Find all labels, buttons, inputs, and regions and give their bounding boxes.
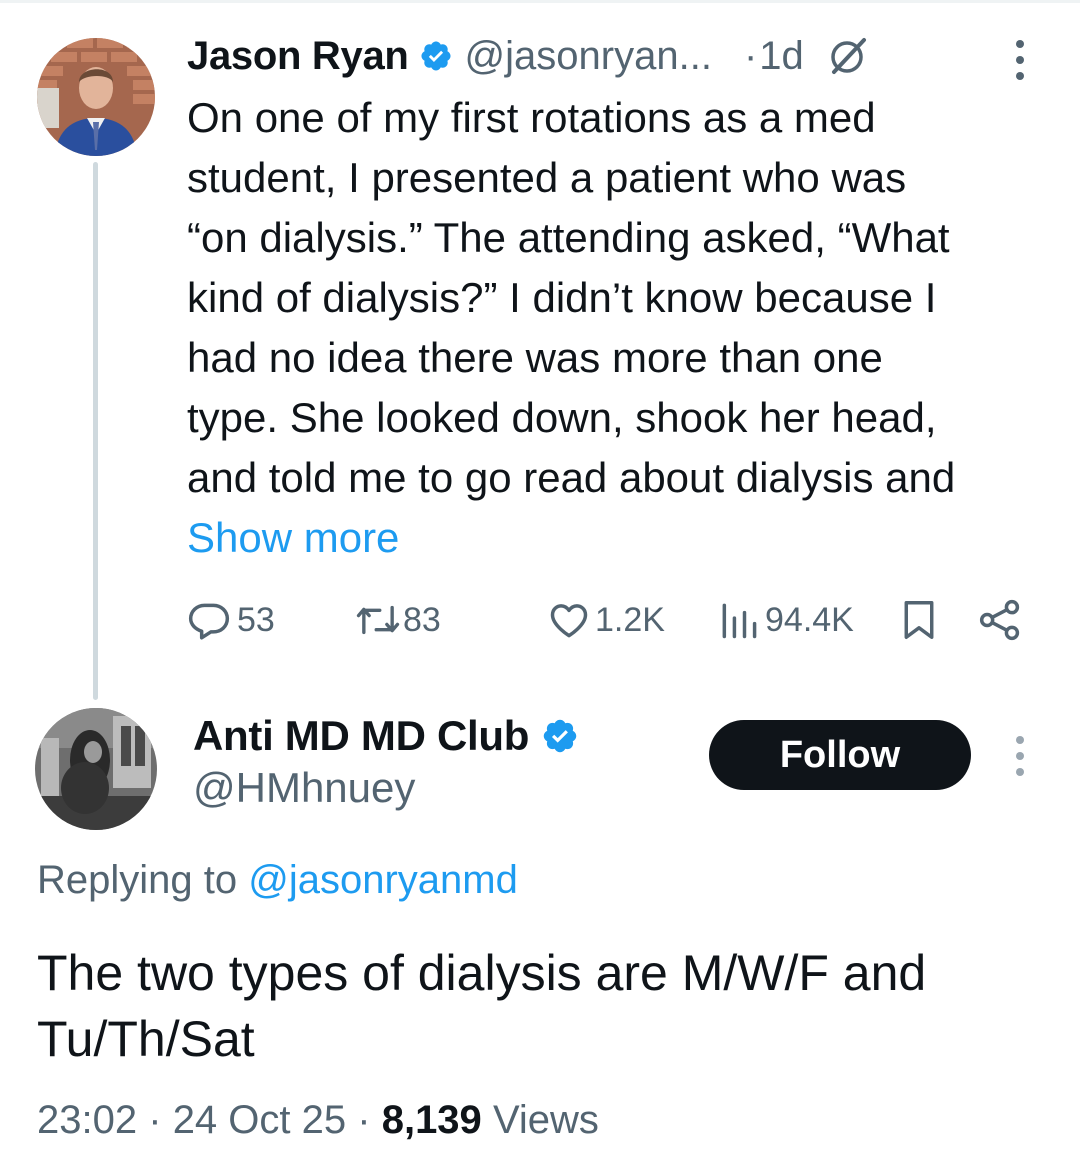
share-button[interactable] [977,590,1023,650]
replying-to: Replying to @jasonryanmd [37,858,518,903]
share-icon [977,598,1023,642]
avatar[interactable] [37,38,155,156]
views-button[interactable]: 94.4K [717,590,854,650]
verified-badge-icon [419,39,453,73]
more-options-icon[interactable] [1008,732,1032,780]
meta-separator: · [357,1098,371,1142]
timestamp[interactable]: 1d [759,34,804,79]
show-more-link[interactable]: Show more [187,508,399,568]
views-count: 94.4K [765,600,854,639]
reply-icon [187,598,231,642]
views-icon [717,598,761,642]
views-label: Views [492,1098,599,1142]
tweet-date[interactable]: 24 Oct 25 [173,1098,346,1142]
tweet-header: Jason Ryan @jasonryan... · 1d [187,28,870,84]
reply-count: 53 [237,600,275,639]
reply-button[interactable]: 53 [187,590,275,650]
repost-button[interactable]: 83 [355,590,441,650]
reply-author-handle[interactable]: @HMhnuey [193,764,415,812]
repost-count: 83 [403,600,441,639]
tweet-time[interactable]: 23:02 [37,1098,137,1142]
tweet-actions: 53 83 1.2K 94.4K [187,590,1037,650]
more-options-icon[interactable] [1008,36,1032,84]
avatar[interactable] [35,708,157,830]
verified-badge-icon [541,717,579,755]
bookmark-button[interactable] [899,590,939,650]
meta-separator: · [148,1098,162,1142]
top-divider [0,0,1080,3]
author-name[interactable]: Jason Ryan [187,34,409,79]
separator-dot: · [743,33,758,78]
repost-icon [355,598,401,642]
follow-button[interactable]: Follow [709,720,971,790]
like-count: 1.2K [595,600,665,639]
author-handle[interactable]: @jasonryan... [465,34,712,79]
replying-to-label: Replying to [37,858,249,902]
reply-author-name[interactable]: Anti MD MD Club [193,712,529,760]
bookmark-icon [899,598,939,642]
reply-text: The two types of dialysis are M/W/F and … [37,945,927,1067]
grok-icon[interactable] [826,34,870,78]
like-icon [547,598,591,642]
tweet-text: On one of my first rotations as a med st… [187,94,956,501]
like-button[interactable]: 1.2K [547,590,665,650]
reply-author-header: Anti MD MD Club [193,708,579,764]
tweet-meta: 23:02 · 24 Oct 25 · 8,139 Views [37,1098,599,1143]
replying-to-mention[interactable]: @jasonryanmd [248,858,518,902]
thread-connector-line [93,162,98,700]
view-count: 8,139 [381,1098,482,1142]
